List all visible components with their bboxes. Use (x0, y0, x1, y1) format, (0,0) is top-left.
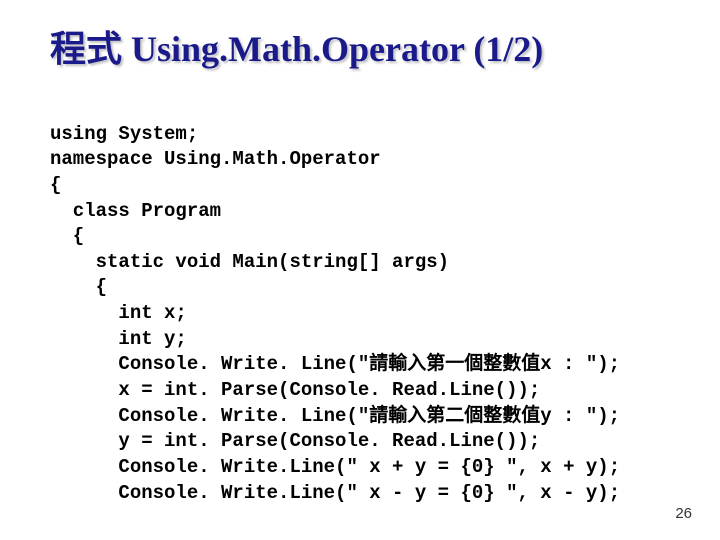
page-number: 26 (675, 505, 692, 522)
code-line: { (50, 225, 84, 247)
code-line: x = int. Parse(Console. Read.Line()); (50, 379, 540, 401)
code-line: y = int. Parse(Console. Read.Line()); (50, 430, 540, 452)
code-line: using System; (50, 123, 198, 145)
code-line: Console. Write. Line("請輸入第二個整數值y : "); (50, 405, 620, 427)
code-block: using System; namespace Using.Math.Opera… (50, 96, 680, 506)
code-line: class Program (50, 200, 221, 222)
code-line: static void Main(string[] args) (50, 251, 449, 273)
slide-title: 程式 Using.Math.Operator (1/2) (50, 20, 680, 72)
code-line: int y; (50, 328, 187, 350)
code-line: int x; (50, 302, 187, 324)
code-line: Console. Write.Line(" x - y = {0} ", x -… (50, 482, 620, 504)
code-line: { (50, 276, 107, 298)
code-line: { (50, 174, 61, 196)
code-line: namespace Using.Math.Operator (50, 148, 381, 170)
code-line: Console. Write.Line(" x + y = {0} ", x +… (50, 456, 620, 478)
code-line: Console. Write. Line("請輸入第一個整數值x : "); (50, 353, 620, 375)
